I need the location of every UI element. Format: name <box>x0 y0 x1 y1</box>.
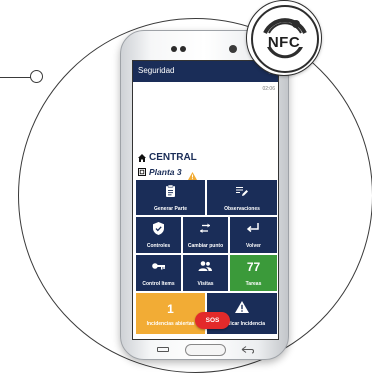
shield-check-icon <box>153 222 164 235</box>
volver-label: Volver <box>246 243 261 249</box>
sos-button[interactable]: SOS <box>195 312 230 329</box>
phone-frame: Seguridad ⋮ 02:06 CENTRAL Planta 3 Gener… <box>120 30 289 360</box>
site-name: CENTRAL <box>149 152 197 163</box>
document-icon <box>166 185 175 197</box>
controles-button[interactable]: Controles <box>136 217 181 253</box>
control-items-label: Control Items <box>142 281 175 287</box>
camera <box>229 45 237 53</box>
volver-button[interactable]: Volver <box>230 217 277 253</box>
app-title: Seguridad <box>138 66 175 75</box>
tareas-label: Tareas <box>245 281 262 287</box>
key-icon <box>152 263 165 270</box>
incidencias-abiertas-button[interactable]: 1 Incidencias abiertas <box>136 293 205 334</box>
people-icon <box>198 261 212 271</box>
nfc-badge: NFC <box>246 0 322 76</box>
tareas-button[interactable]: 77 Tareas <box>230 255 277 291</box>
visitas-label: Visitas <box>197 281 214 287</box>
floor-name: Planta 3 <box>149 167 182 177</box>
tareas-count: 77 <box>246 260 261 274</box>
generar-parte-button[interactable]: Generar Parte <box>136 180 205 215</box>
nfc-label: NFC <box>267 34 301 51</box>
clock: 02:06 <box>262 86 275 92</box>
cambiar-punto-label: Cambiar punto <box>187 243 224 249</box>
control-items-button[interactable]: Control Items <box>136 255 181 291</box>
observaciones-label: Observaciones <box>224 206 260 212</box>
cambiar-punto-button[interactable]: Cambiar punto <box>183 217 228 253</box>
home-button[interactable] <box>185 344 226 356</box>
incidencias-count: 1 <box>167 302 174 316</box>
warning-triangle-icon <box>235 301 249 313</box>
back-icon[interactable] <box>241 345 255 354</box>
visitas-button[interactable]: Visitas <box>183 255 228 291</box>
swap-arrows-icon <box>200 223 210 233</box>
connector-line <box>0 77 31 78</box>
recent-apps-icon[interactable] <box>157 347 169 352</box>
edit-notes-icon <box>236 187 248 196</box>
return-arrow-icon <box>247 223 259 233</box>
controles-label: Controles <box>146 243 171 249</box>
observaciones-button[interactable]: Observaciones <box>207 180 277 215</box>
app-screen: Seguridad ⋮ 02:06 CENTRAL Planta 3 Gener… <box>132 60 279 340</box>
connector-dot <box>30 70 43 83</box>
generar-parte-label: Generar Parte <box>153 206 188 212</box>
